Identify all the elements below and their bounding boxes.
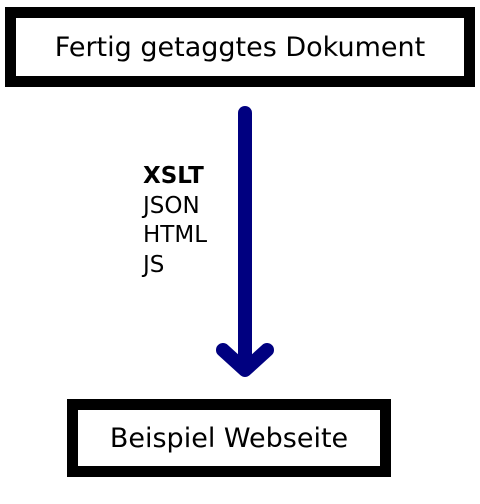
format-label-xslt: XSLT: [143, 163, 204, 189]
arrow-shape: [216, 106, 274, 377]
format-label-html: HTML: [143, 222, 208, 248]
target-webpage-box: Beispiel Webseite: [67, 399, 391, 477]
format-label-js: JS: [143, 251, 165, 278]
transform-format-list: XSLT JSON HTML JS: [143, 162, 207, 280]
format-label-json: JSON: [143, 192, 200, 219]
target-webpage-label: Beispiel Webseite: [109, 422, 349, 454]
